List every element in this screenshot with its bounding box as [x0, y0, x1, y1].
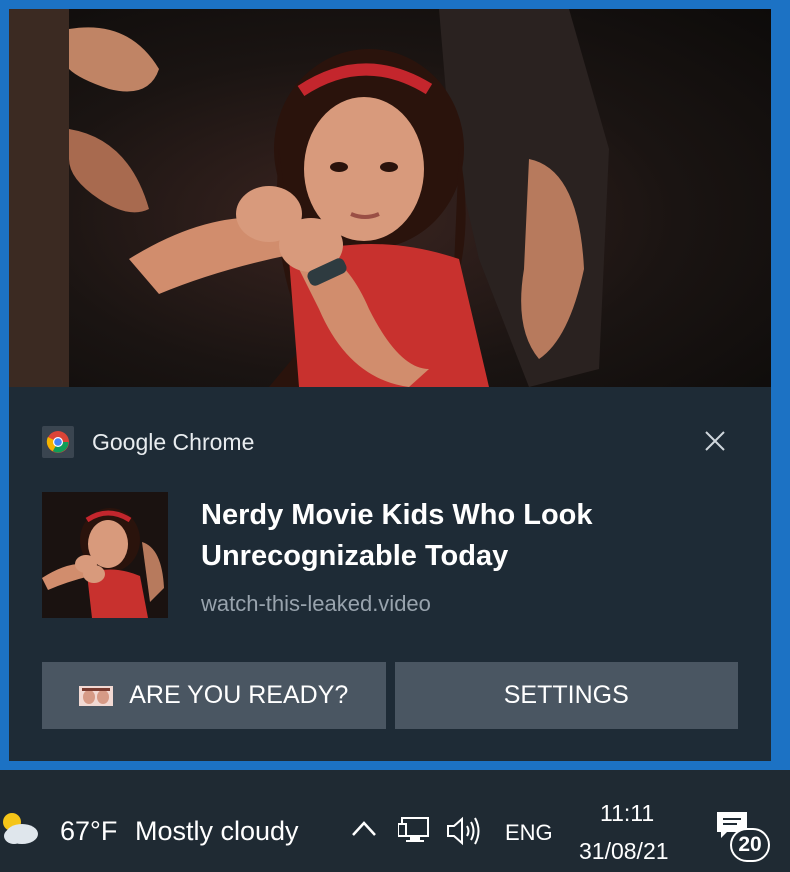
weather-temperature[interactable]: 67°F [60, 816, 117, 847]
close-icon [705, 431, 725, 451]
clock-date[interactable]: 31/08/21 [579, 838, 669, 865]
are-you-ready-button[interactable]: ARE YOU READY? [42, 662, 386, 729]
settings-label: SETTINGS [503, 681, 629, 709]
are-you-ready-label: ARE YOU READY? [129, 681, 349, 709]
emoji-thumbnail-icon [79, 685, 114, 706]
notification-title: Nerdy Movie Kids Who Look Unrecognizable… [201, 499, 593, 572]
hero-image[interactable] [9, 9, 771, 387]
notification-actions: ARE YOU READY? SETTINGS [42, 662, 738, 729]
notification-header: Google Chrome [42, 426, 255, 458]
weather-condition[interactable]: Mostly cloudy [135, 816, 299, 847]
toast-frame: Google Chrome Nerdy Movie Kids Who Look … [0, 0, 790, 770]
notification-source: watch-this-leaked.video [201, 591, 431, 616]
chrome-icon [42, 426, 74, 458]
taskbar: 67°F Mostly cloudy ENG 11:11 31/08/21 20 [0, 770, 790, 872]
app-name: Google Chrome [92, 428, 255, 455]
chevron-up-icon[interactable] [350, 818, 378, 843]
network-icon[interactable] [397, 816, 432, 851]
clock-time[interactable]: 11:11 [600, 800, 654, 827]
language-indicator[interactable]: ENG [505, 820, 553, 846]
toast-notification[interactable]: Google Chrome Nerdy Movie Kids Who Look … [9, 9, 771, 761]
partly-cloudy-icon[interactable] [0, 810, 40, 851]
settings-button[interactable]: SETTINGS [394, 662, 738, 729]
volume-icon[interactable] [446, 816, 482, 851]
thumbnail-image [42, 492, 168, 618]
close-button[interactable] [701, 427, 729, 455]
notification-count-badge[interactable]: 20 [730, 828, 770, 862]
